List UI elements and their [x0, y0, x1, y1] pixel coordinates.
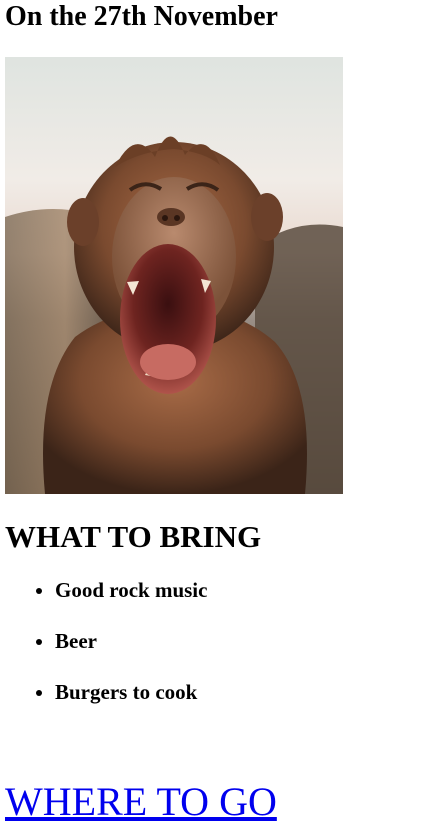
what-to-bring-heading: WHAT TO BRING	[5, 519, 435, 555]
what-to-bring-heading-text: WHAT TO BRING	[5, 519, 262, 554]
page-content: On the 27th November WHAT TO BRING • Goo…	[0, 0, 440, 704]
where-to-go-link[interactable]: WHERE TO GO	[5, 779, 277, 824]
where-to-go-heading: WHERE TO GO	[5, 778, 277, 826]
date-heading: On the 27th November	[5, 1, 278, 32]
monkey-photo-illustration	[5, 57, 343, 494]
monkey-photo	[5, 57, 343, 494]
list-item: Burgers to cook	[55, 680, 435, 704]
list-item: Good rock music	[55, 578, 435, 602]
list-item: Beer	[55, 629, 435, 653]
bring-list: Good rock music Beer Burgers to cook	[5, 578, 435, 704]
